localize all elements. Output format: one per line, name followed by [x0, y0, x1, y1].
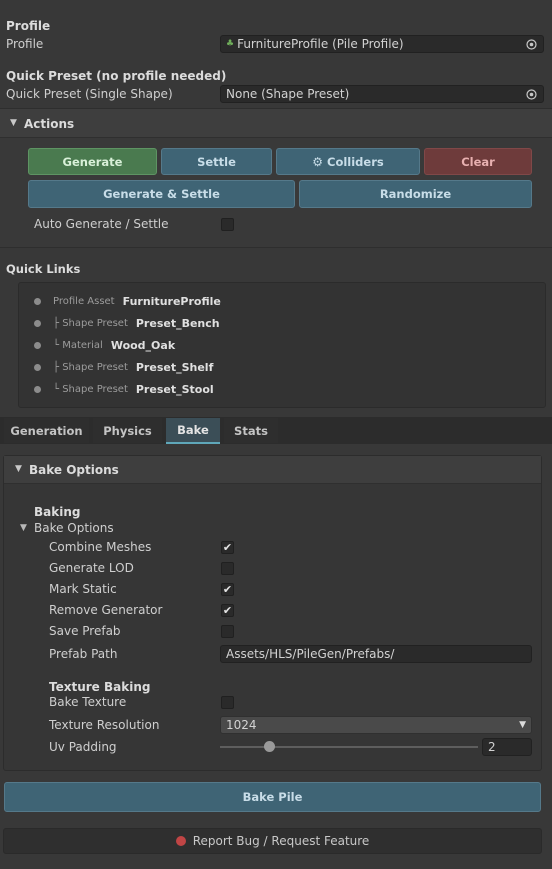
tab-bake[interactable]: Bake — [166, 418, 220, 444]
texture-resolution-label: Texture Resolution — [49, 718, 160, 732]
chevron-down-icon: ▼ — [519, 720, 526, 730]
quick-link-dot-icon — [34, 297, 41, 305]
bake-options-foldout[interactable]: ▼ Bake Options — [4, 456, 541, 484]
quick-link-item[interactable]: Profile Asset FurnitureProfile — [34, 294, 221, 308]
profile-header: Profile — [6, 19, 51, 33]
prefab-path-label: Prefab Path — [49, 647, 118, 661]
generate-settle-button[interactable]: Generate & Settle — [28, 180, 295, 208]
settle-button[interactable]: Settle — [161, 148, 272, 175]
quick-preset-label: Quick Preset (Single Shape) — [6, 87, 173, 101]
clear-button[interactable]: Clear — [424, 148, 532, 175]
foldout-arrow-icon: ▼ — [15, 464, 22, 474]
generate-lod-checkbox[interactable] — [221, 562, 234, 575]
texture-resolution-value: 1024 — [226, 718, 257, 732]
report-bug-label: Report Bug / Request Feature — [192, 834, 370, 848]
foldout-arrow-icon[interactable]: ▼ — [20, 523, 27, 533]
auto-generate-checkbox[interactable] — [221, 218, 234, 231]
quick-link-type: ├ Shape Preset — [53, 361, 128, 373]
quick-link-dot-icon — [34, 319, 41, 327]
tab-physics[interactable]: Physics — [93, 418, 162, 443]
generate-lod-label: Generate LOD — [49, 561, 134, 575]
texture-resolution-dropdown[interactable]: 1024 ▼ — [220, 716, 532, 734]
actions-title: Actions — [24, 117, 75, 131]
auto-generate-label: Auto Generate / Settle — [34, 217, 169, 231]
quick-links-title: Quick Links — [6, 262, 81, 276]
colliders-button-label: Colliders — [327, 154, 384, 169]
save-prefab-checkbox[interactable] — [221, 625, 234, 638]
bake-texture-checkbox[interactable] — [221, 696, 234, 709]
uv-padding-label: Uv Padding — [49, 740, 117, 754]
quick-link-name: Preset_Bench — [135, 316, 220, 330]
prefab-path-input[interactable]: Assets/HLS/PileGen/Prefabs/ — [220, 645, 532, 663]
remove-generator-label: Remove Generator — [49, 603, 163, 617]
quick-link-type: ├ Shape Preset — [53, 317, 128, 329]
quick-link-name: Preset_Stool — [135, 382, 214, 396]
uv-padding-value: 2 — [488, 740, 496, 754]
bake-pile-button[interactable]: Bake Pile — [4, 782, 541, 812]
uv-padding-slider-handle[interactable] — [263, 741, 275, 752]
quick-link-name: FurnitureProfile — [122, 294, 221, 308]
save-prefab-label: Save Prefab — [49, 624, 121, 638]
quick-link-type: Profile Asset — [53, 295, 115, 307]
texture-baking-header: Texture Baking — [49, 680, 151, 694]
bake-options-title: Bake Options — [29, 463, 119, 477]
baking-header: Baking — [34, 505, 81, 519]
quick-link-item[interactable]: └ Shape Preset Preset_Stool — [34, 382, 214, 396]
combine-meshes-checkbox[interactable]: ✔ — [221, 541, 234, 554]
quick-link-dot-icon — [34, 363, 41, 371]
quick-link-name: Preset_Shelf — [135, 360, 214, 374]
bake-texture-label: Bake Texture — [49, 695, 127, 709]
profile-field[interactable]: ♣ FurnitureProfile (Pile Profile) — [220, 35, 544, 53]
gear-icon: ⚙ — [312, 154, 324, 169]
mark-static-label: Mark Static — [49, 582, 117, 596]
quick-link-dot-icon — [34, 341, 41, 349]
quick-link-name: Wood_Oak — [110, 338, 176, 352]
profile-label: Profile — [6, 37, 44, 51]
prefab-path-value: Assets/HLS/PileGen/Prefabs/ — [226, 647, 395, 661]
profile-asset-icon: ♣ — [226, 39, 235, 49]
foldout-arrow-icon: ▼ — [10, 118, 17, 128]
quick-preset-value: None (Shape Preset) — [226, 87, 350, 101]
tab-stats[interactable]: Stats — [224, 418, 278, 443]
profile-field-value: FurnitureProfile (Pile Profile) — [237, 37, 404, 51]
quick-link-type: └ Shape Preset — [53, 383, 128, 395]
tab-generation[interactable]: Generation — [4, 418, 89, 443]
remove-generator-checkbox[interactable]: ✔ — [221, 604, 234, 617]
object-picker-icon[interactable] — [524, 87, 538, 101]
quick-link-item[interactable]: ├ Shape Preset Preset_Shelf — [34, 360, 213, 374]
report-bug-button[interactable]: Report Bug / Request Feature — [3, 828, 542, 854]
quick-link-type: └ Material — [53, 339, 103, 351]
combine-meshes-label: Combine Meshes — [49, 540, 152, 554]
colliders-button[interactable]: ⚙ Colliders — [276, 148, 420, 175]
bug-icon — [175, 836, 186, 846]
quick-link-item[interactable]: ├ Shape Preset Preset_Bench — [34, 316, 220, 330]
quick-preset-field[interactable]: None (Shape Preset) — [220, 85, 544, 103]
mark-static-checkbox[interactable]: ✔ — [221, 583, 234, 596]
uv-padding-slider-track[interactable] — [220, 746, 478, 748]
actions-foldout[interactable]: ▼ Actions — [0, 109, 552, 138]
bake-options-foldout-label[interactable]: Bake Options — [34, 521, 114, 535]
object-picker-icon[interactable] — [524, 37, 538, 51]
quick-link-dot-icon — [34, 385, 41, 393]
quick-preset-header: Quick Preset (no profile needed) — [6, 69, 227, 83]
quick-link-item[interactable]: └ Material Wood_Oak — [34, 338, 175, 352]
generate-button[interactable]: Generate — [28, 148, 157, 175]
uv-padding-input[interactable]: 2 — [482, 738, 532, 756]
randomize-button[interactable]: Randomize — [299, 180, 532, 208]
